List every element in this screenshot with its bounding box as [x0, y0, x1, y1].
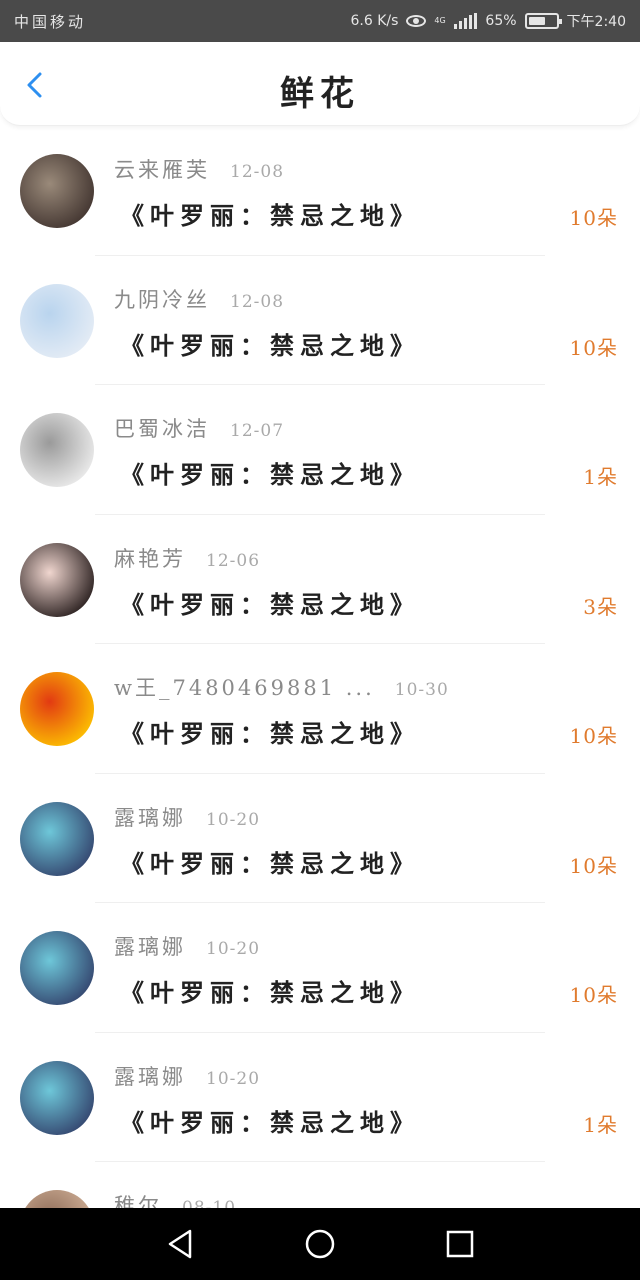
name-line: 露璃娜 10-20 [114, 931, 260, 961]
name-line: w王_7480469881 ... 10-30 [114, 672, 449, 702]
clock: 下午2:40 [566, 14, 626, 30]
user-name[interactable]: 云来雁芙 [114, 154, 210, 184]
avatar[interactable] [20, 283, 94, 358]
nav-home-button[interactable] [295, 1219, 345, 1269]
user-name[interactable]: 露璃娜 [114, 802, 186, 832]
book-title: 《叶罗丽：禁忌之地》 [120, 201, 420, 230]
user-name[interactable]: 麻艳芳 [114, 543, 186, 573]
flower-amount: 10朵 [569, 335, 618, 360]
name-line: 露璃娜 10-20 [114, 1061, 260, 1091]
avatar[interactable] [20, 154, 94, 228]
gift-date: 12-07 [230, 421, 285, 441]
list-item[interactable]: 九阴冷丝 12-08 《叶罗丽：禁忌之地》 10朵 [0, 256, 640, 385]
book-title: 《叶罗丽：禁忌之地》 [120, 589, 420, 619]
gift-date: 10-20 [206, 939, 261, 959]
book-title: 《叶罗丽：禁忌之地》 [120, 719, 420, 748]
user-name[interactable]: 九阴冷丝 [114, 284, 210, 314]
gift-date: 12-08 [230, 291, 285, 312]
book-title: 《叶罗丽：禁忌之地》 [120, 330, 420, 360]
name-line: 麻艳芳 12-06 [114, 543, 260, 573]
gift-date: 12-08 [230, 162, 285, 182]
gift-date: 08-10 [182, 1198, 237, 1208]
carrier-label: 中国移动 [14, 12, 87, 31]
flower-amount: 10朵 [569, 983, 618, 1007]
status-icons: 6.6 K/s 4G 65% 下午2:40 [351, 11, 626, 31]
circle-home-icon [305, 1229, 335, 1259]
list-item[interactable]: 露璃娜 10-20 《叶罗丽：禁忌之地》 10朵 [0, 903, 640, 1033]
flower-amount: 3朵 [583, 594, 618, 619]
user-name[interactable]: 露璃娜 [114, 931, 186, 961]
nav-back-button[interactable] [155, 1219, 205, 1269]
gift-date: 12-06 [206, 550, 261, 571]
network-type: 4G [434, 16, 446, 25]
list-item[interactable]: 巴蜀冰洁 12-07 《叶罗丽：禁忌之地》 1朵 [0, 385, 640, 515]
list-item[interactable]: w王_7480469881 ... 10-30 《叶罗丽：禁忌之地》 10朵 [0, 644, 640, 774]
list-item[interactable]: 稚尔 08-10 [0, 1162, 640, 1208]
name-line: 九阴冷丝 12-08 [114, 284, 284, 314]
avatar[interactable] [20, 413, 94, 487]
flower-amount: 1朵 [583, 465, 618, 489]
name-line: 稚尔 08-10 [114, 1190, 236, 1208]
flower-amount: 10朵 [569, 206, 618, 230]
flower-amount: 1朵 [583, 1112, 618, 1137]
book-title: 《叶罗丽：禁忌之地》 [120, 848, 420, 878]
list-item[interactable]: 露璃娜 10-20 《叶罗丽：禁忌之地》 10朵 [0, 774, 640, 903]
list-item[interactable]: 露璃娜 10-20 《叶罗丽：禁忌之地》 1朵 [0, 1033, 640, 1162]
avatar[interactable] [20, 931, 94, 1005]
gift-date: 10-20 [206, 1068, 261, 1089]
gift-date: 10-30 [394, 680, 449, 700]
square-recents-icon [446, 1230, 474, 1258]
battery-icon [524, 13, 562, 29]
network-speed: 6.6 K/s [350, 13, 399, 29]
nav-recents-button[interactable] [435, 1219, 485, 1269]
flower-gift-list[interactable]: 云来雁芙 12-08 《叶罗丽：禁忌之地》 10朵 九阴冷丝 12-08 《叶罗丽：禁忌之地… [0, 126, 640, 1208]
user-name[interactable]: 稚尔 [114, 1190, 162, 1208]
system-nav-bar [0, 1208, 640, 1280]
list-item[interactable]: 麻艳芳 12-06 《叶罗丽：禁忌之地》 3朵 [0, 515, 640, 644]
list-item[interactable]: 云来雁芙 12-08 《叶罗丽：禁忌之地》 10朵 [0, 126, 640, 256]
eye-comfort-icon [406, 15, 427, 27]
flower-amount: 10朵 [569, 724, 618, 748]
flower-amount: 10朵 [569, 853, 618, 878]
page-title: 鲜花 [280, 74, 360, 114]
user-name[interactable]: 露璃娜 [114, 1061, 186, 1091]
gift-date: 10-20 [206, 809, 261, 830]
app-header: 鲜花 [0, 42, 640, 126]
user-name[interactable]: 巴蜀冰洁 [114, 413, 210, 443]
book-title: 《叶罗丽：禁忌之地》 [120, 1107, 420, 1137]
avatar[interactable] [20, 801, 94, 876]
book-title: 《叶罗丽：禁忌之地》 [120, 460, 420, 489]
avatar[interactable] [20, 542, 94, 617]
battery-percent: 65% [485, 13, 517, 29]
triangle-back-icon [168, 1229, 192, 1259]
name-line: 巴蜀冰洁 12-07 [114, 413, 284, 443]
avatar[interactable] [20, 1060, 94, 1135]
name-line: 云来雁芙 12-08 [114, 154, 284, 184]
user-name[interactable]: w王_7480469881 ... [114, 672, 375, 702]
signal-icon [454, 13, 478, 29]
status-bar: 中国移动 6.6 K/s 4G 65% 下午2:40 [0, 0, 640, 42]
avatar[interactable] [20, 672, 94, 746]
book-title: 《叶罗丽：禁忌之地》 [120, 978, 420, 1007]
name-line: 露璃娜 10-20 [114, 802, 260, 832]
avatar[interactable] [20, 1190, 94, 1208]
